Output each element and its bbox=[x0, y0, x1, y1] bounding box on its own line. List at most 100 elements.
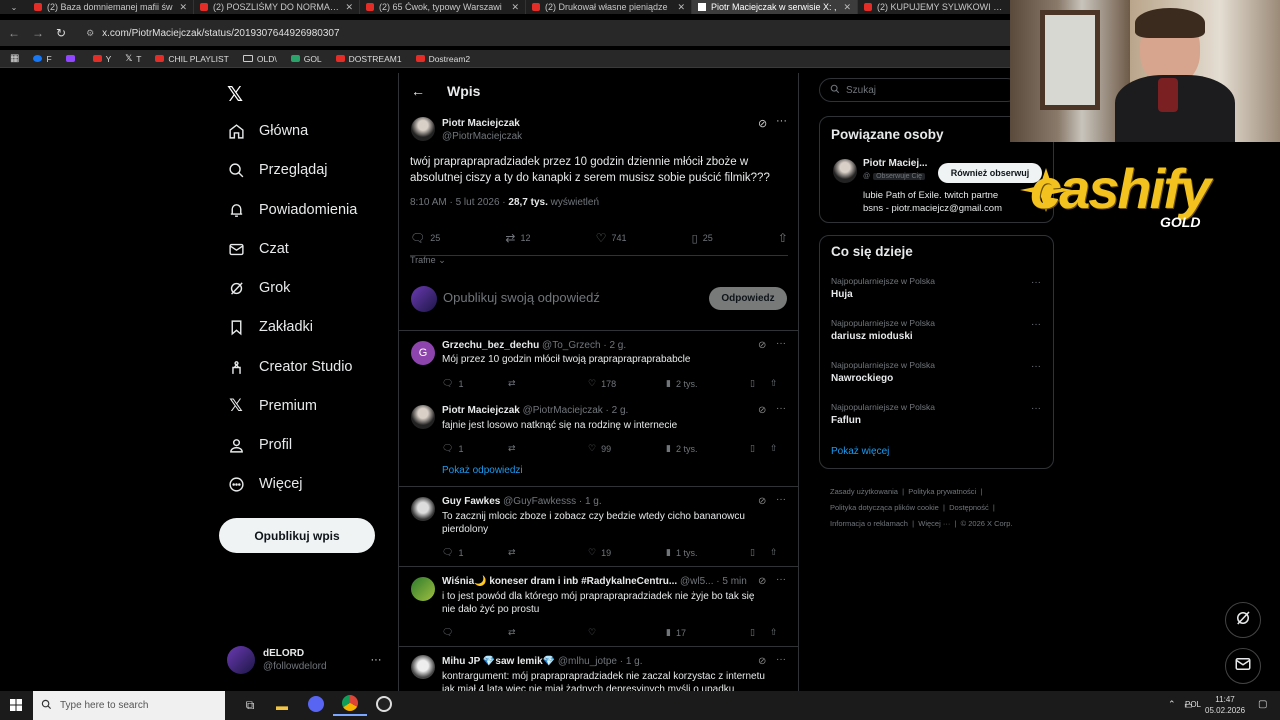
nav-profile[interactable]: Profil bbox=[227, 436, 292, 454]
browser-tab[interactable]: (2) Drukował własne pieniądze ✕ bbox=[526, 0, 692, 14]
like-button[interactable]: ♡ 99 bbox=[588, 443, 666, 454]
publish-post-button[interactable]: Opublikuj wpis bbox=[219, 518, 375, 553]
reply-submit-button[interactable]: Odpowiedz bbox=[709, 287, 787, 310]
reply-item[interactable]: Mihu JP 💎saw lemik💎 @mlhu_jotpe · 1 g. ⊘… bbox=[399, 647, 798, 693]
bookmark-old[interactable]: OLD\ bbox=[242, 54, 277, 64]
nav-premium[interactable]: 𝕏 Premium bbox=[227, 396, 317, 415]
close-tab-icon[interactable]: ✕ bbox=[843, 2, 851, 13]
share-icon[interactable]: ⇧ bbox=[770, 443, 778, 454]
bookmark-t[interactable]: 𝕏T bbox=[125, 53, 141, 64]
repost-icon[interactable]: ⇄ bbox=[508, 378, 588, 389]
bookmark-dostream1[interactable]: DOSTREAM1 bbox=[335, 54, 402, 64]
more-icon[interactable]: ··· bbox=[1031, 361, 1041, 372]
views-button[interactable]: ▮ 2 tys. bbox=[666, 443, 750, 454]
taskbar-search[interactable]: Type here to search bbox=[33, 691, 225, 720]
share-icon[interactable]: ⇧ bbox=[770, 547, 778, 558]
post-author[interactable]: Piotr Maciejczak @PiotrMaciejczak bbox=[442, 117, 522, 143]
share-icon[interactable]: ⇧ bbox=[778, 231, 788, 245]
like-button[interactable]: ♡ 741 bbox=[596, 231, 627, 245]
more-icon[interactable]: ··· bbox=[776, 654, 786, 665]
forward-icon[interactable]: → bbox=[32, 26, 44, 40]
reply-button[interactable]: 🗨 bbox=[442, 627, 508, 638]
file-explorer-icon[interactable]: ▬ bbox=[265, 699, 299, 713]
nav-grok[interactable]: Grok bbox=[227, 279, 290, 297]
like-button[interactable]: ♡ 19 bbox=[588, 547, 666, 558]
reload-icon[interactable]: ↻ bbox=[56, 26, 66, 40]
grok-icon[interactable]: ⊘ bbox=[758, 576, 766, 587]
bookmark-gol[interactable]: GOL bbox=[290, 54, 322, 64]
close-tab-icon[interactable]: ✕ bbox=[345, 2, 353, 13]
task-view-icon[interactable]: ⧉ bbox=[235, 698, 265, 713]
more-icon[interactable]: ··· bbox=[776, 338, 786, 349]
browser-tab[interactable]: Piotr Maciejczak w serwisie X: , ✕ bbox=[692, 0, 858, 14]
bookmark-button[interactable]: ▯ 25 bbox=[692, 232, 713, 245]
trend-item[interactable]: Najpopularniejsze w Polska Faflun bbox=[831, 402, 935, 426]
repost-button[interactable]: ⇄ 12 bbox=[505, 231, 530, 245]
nav-home[interactable]: Główna bbox=[227, 122, 308, 140]
like-button[interactable]: ♡ 178 bbox=[588, 378, 666, 389]
obs-icon[interactable] bbox=[367, 696, 401, 715]
show-replies-link[interactable]: Pokaż odpowiedzi bbox=[442, 465, 523, 476]
grok-icon[interactable]: ⊘ bbox=[758, 117, 767, 130]
bookmark-f[interactable]: F bbox=[33, 54, 52, 64]
discord-icon[interactable] bbox=[299, 696, 333, 715]
bookmark-icon[interactable]: ▯ bbox=[750, 547, 770, 558]
browser-tab[interactable]: (2) Baza domniemanej mafii św ✕ bbox=[28, 0, 194, 14]
grok-icon[interactable]: ⊘ bbox=[758, 405, 766, 416]
more-icon[interactable]: ··· bbox=[776, 403, 786, 414]
reply-item[interactable]: Guy Fawkes @GuyFawkesss · 1 g. ⊘ ··· To … bbox=[399, 487, 798, 567]
more-icon[interactable]: ··· bbox=[1031, 319, 1041, 330]
nav-notifications[interactable]: Powiadomienia bbox=[227, 201, 357, 219]
reply-button[interactable]: 🗨 1 bbox=[442, 378, 508, 389]
tab-search-button[interactable]: ⌄ bbox=[0, 0, 28, 14]
sort-dropdown[interactable]: Trafne ⌄ bbox=[410, 255, 446, 266]
more-icon[interactable]: ··· bbox=[1031, 403, 1041, 414]
like-button[interactable]: ♡ bbox=[588, 627, 666, 638]
browser-tab[interactable]: (2) 65 Ćwok, typowy Warszawi ✕ bbox=[360, 0, 526, 14]
reply-button[interactable]: 🗨 25 bbox=[410, 231, 440, 245]
nav-bookmarks[interactable]: Zakładki bbox=[227, 318, 313, 336]
grok-icon[interactable]: ⊘ bbox=[758, 656, 766, 667]
grok-icon[interactable]: ⊘ bbox=[758, 496, 766, 507]
nav-creator-studio[interactable]: Creator Studio bbox=[227, 358, 353, 376]
bookmark-icon[interactable]: ▯ bbox=[750, 443, 770, 454]
footer-link[interactable]: Informacja o reklamach bbox=[830, 519, 908, 528]
trend-item[interactable]: Najpopularniejsze w Polska dariusz miodus… bbox=[831, 318, 935, 342]
more-icon[interactable]: ··· bbox=[1031, 277, 1041, 288]
repost-icon[interactable]: ⇄ bbox=[508, 547, 588, 558]
trend-item[interactable]: Najpopularniejsze w Polska Huja bbox=[831, 276, 935, 300]
bookmark-y[interactable]: Y bbox=[92, 54, 111, 64]
url-field[interactable]: ⚙ x.com/PiotrMaciejczak/status/201930764… bbox=[86, 23, 339, 43]
views-button[interactable]: ▮ 2 tys. bbox=[666, 378, 750, 389]
apps-grid-icon[interactable]: ▦ bbox=[10, 53, 19, 64]
reply-author[interactable]: Mihu JP 💎saw lemik💎 bbox=[442, 656, 555, 667]
related-name[interactable]: Piotr Maciej... bbox=[863, 158, 927, 169]
bookmark-dostream2[interactable]: Dostream2 bbox=[415, 54, 470, 64]
avatar[interactable] bbox=[833, 159, 857, 183]
reply-button[interactable]: 🗨 1 bbox=[442, 547, 508, 558]
reply-item[interactable]: Wiśnia🌙 koneser dram i inb #RadykalneCen… bbox=[399, 567, 798, 647]
footer-link[interactable]: Polityka dotycząca plików cookie bbox=[830, 503, 939, 512]
footer-link[interactable]: Więcej ··· bbox=[918, 519, 950, 528]
views-button[interactable]: ▮ 17 bbox=[666, 627, 750, 638]
more-icon[interactable]: ··· bbox=[776, 574, 786, 585]
grok-floating-button[interactable] bbox=[1225, 602, 1261, 638]
tray-chevron-icon[interactable]: ⌃ bbox=[1168, 699, 1176, 710]
nav-explore[interactable]: Przeglądaj bbox=[227, 161, 328, 179]
bookmark-twitch[interactable] bbox=[65, 55, 79, 62]
close-tab-icon[interactable]: ✕ bbox=[179, 2, 187, 13]
bookmark-chil-playlist[interactable]: CHIL PLAYLIST bbox=[155, 54, 229, 64]
bookmark-icon[interactable]: ▯ bbox=[750, 378, 770, 389]
nav-chat[interactable]: Czat bbox=[227, 240, 289, 258]
back-icon[interactable]: ← bbox=[8, 26, 20, 40]
reply-author[interactable]: Guy Fawkes bbox=[442, 496, 500, 507]
share-icon[interactable]: ⇧ bbox=[770, 378, 778, 389]
x-logo-icon[interactable]: 𝕏 bbox=[227, 82, 243, 107]
account-switcher[interactable]: dELORD @followdelord ··· bbox=[227, 646, 382, 674]
reply-author[interactable]: Grzechu_bez_dechu bbox=[442, 340, 539, 351]
reply-input[interactable]: Opublikuj swoją odpowiedź bbox=[443, 290, 600, 305]
nav-more[interactable]: Więcej bbox=[227, 475, 303, 493]
share-icon[interactable]: ⇧ bbox=[770, 627, 778, 638]
repost-icon[interactable]: ⇄ bbox=[508, 443, 588, 454]
reply-item[interactable]: Piotr Maciejczak @PiotrMaciejczak · 2 g.… bbox=[399, 398, 798, 487]
